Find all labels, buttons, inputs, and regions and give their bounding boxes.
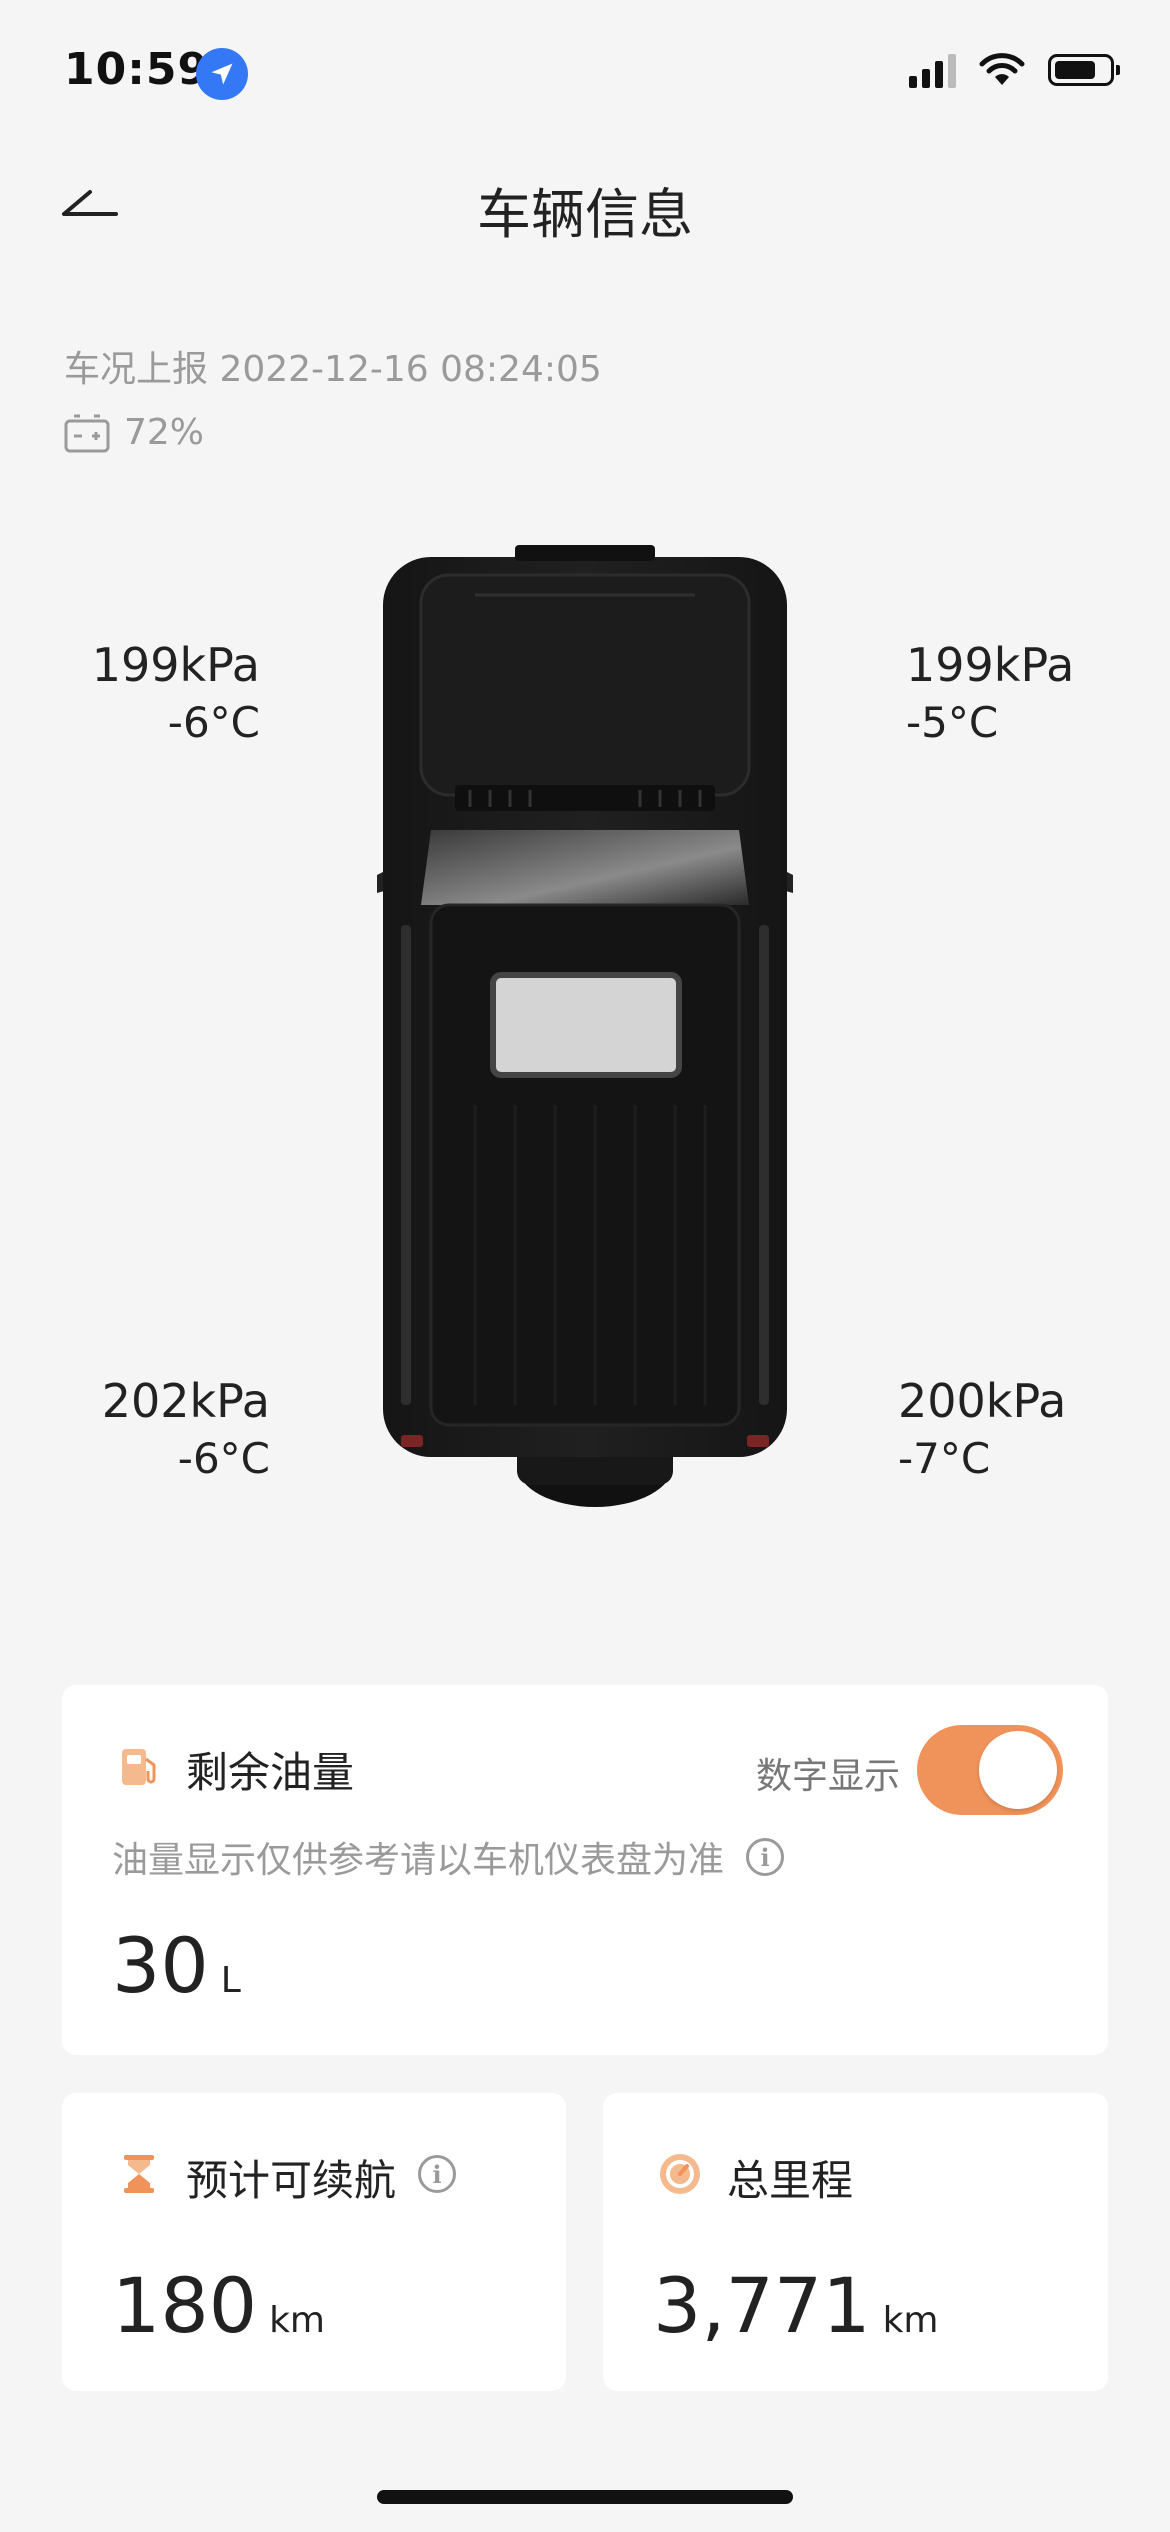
range-value: 180 [112,2261,258,2350]
tire-rear-right: 200kPa -7°C [898,1372,1066,1486]
tire-temp: -6°C [177,1433,270,1483]
fuel-note: 油量显示仅供参考请以车机仪表盘为准 [112,1840,725,1881]
mileage-unit: km [882,2300,939,2341]
fuel-unit: L [220,1960,241,2001]
info-icon[interactable]: i [746,1838,785,1876]
tire-pressure: 199kPa [906,638,1075,692]
info-icon[interactable]: i [418,2155,456,2193]
tire-temp: -5°C [906,697,999,747]
toggle-knob [979,1731,1057,1809]
range-value-row: 180 km [112,2261,325,2350]
tire-temp: -6°C [167,697,260,747]
tire-front-left: 199kPa -6°C [92,636,260,750]
home-indicator[interactable] [377,2490,793,2504]
range-card: 预计可续航 i 180 km [62,2093,566,2391]
tire-pressure: 200kPa [898,1374,1067,1428]
tire-rear-left: 202kPa -6°C [102,1372,270,1486]
mileage-value: 3,771 [653,2261,871,2350]
tire-temp: -7°C [898,1433,991,1483]
battery-icon [1048,54,1120,86]
mileage-title: 总里程 [727,2156,854,2205]
digital-display-toggle[interactable] [917,1725,1063,1815]
car-battery-icon [64,414,110,452]
mileage-card: 总里程 3,771 km [603,2093,1108,2391]
fuel-value-row: 30 L [112,1921,241,2010]
vehicle-top-view-image [377,545,793,1507]
tire-pressure: 199kPa [91,638,260,692]
report-timestamp: 车况上报 2022-12-16 08:24:05 [64,349,602,390]
wifi-icon [979,53,1025,85]
tire-pressure: 202kPa [101,1374,270,1428]
odometer-icon [660,2154,700,2194]
tire-front-right: 199kPa -5°C [906,636,1074,750]
fuel-title: 剩余油量 [186,1748,355,1797]
range-unit: km [269,2300,325,2341]
range-title: 预计可续航 [186,2156,397,2205]
mileage-value-row: 3,771 km [653,2261,939,2350]
signal-icon [909,52,956,88]
page-title: 车辆信息 [477,183,693,246]
digital-display-label: 数字显示 [756,1756,901,1797]
status-icons [909,52,1120,88]
hourglass-icon [124,2155,154,2193]
fuel-card: 剩余油量 数字显示 油量显示仅供参考请以车机仪表盘为准 i 30 L [62,1685,1108,2055]
location-arrow-icon [196,48,248,100]
battery-percent: 72% [124,412,205,453]
battery-level: 72% [64,412,204,453]
fuel-note-row: 油量显示仅供参考请以车机仪表盘为准 i [112,1831,785,1883]
status-time: 10:59 [64,44,210,95]
fuel-pump-icon [122,1749,156,1785]
fuel-value: 30 [112,1921,209,2010]
